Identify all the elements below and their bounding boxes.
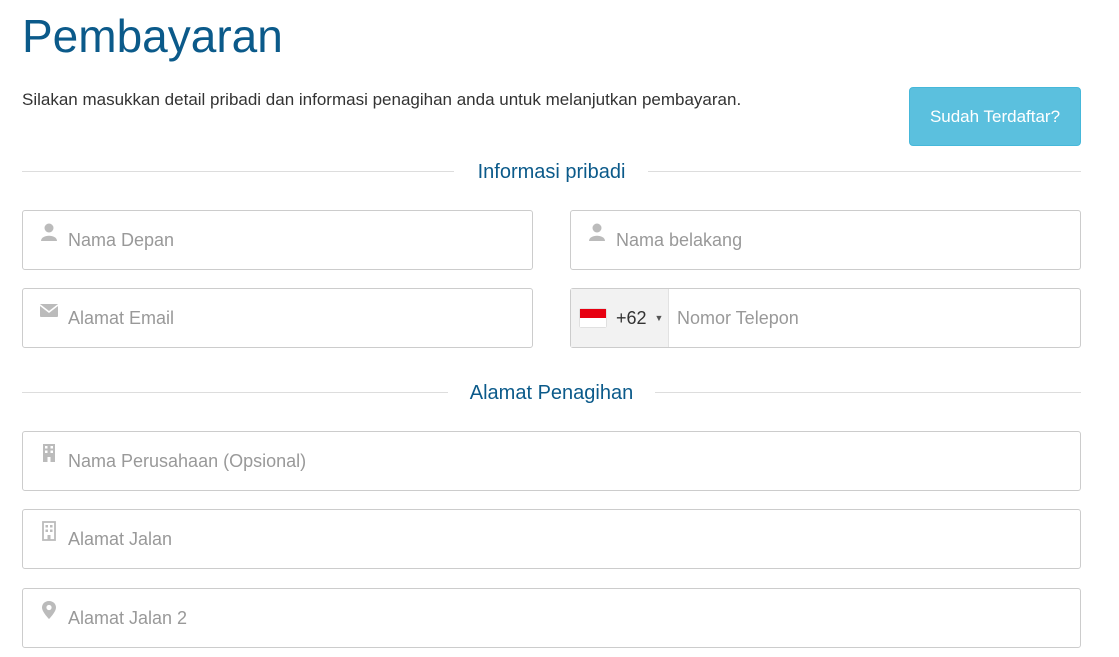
country-code-selector[interactable]: +62 ▼	[571, 289, 669, 347]
first-name-field[interactable]	[22, 210, 533, 270]
first-name-input[interactable]	[68, 211, 522, 269]
phone-input[interactable]	[677, 289, 1070, 347]
street-address-2-field[interactable]	[22, 588, 1081, 648]
email-field[interactable]	[22, 288, 533, 348]
building-icon	[43, 444, 55, 462]
map-marker-icon	[42, 601, 56, 619]
indonesia-flag-icon	[580, 309, 606, 327]
building-icon	[42, 521, 56, 541]
intro-text: Silakan masukkan detail pribadi dan info…	[22, 90, 742, 109]
street-address-2-input[interactable]	[68, 589, 1070, 647]
street-address-input[interactable]	[68, 510, 1070, 568]
user-icon	[589, 223, 605, 241]
envelope-icon	[39, 304, 59, 317]
already-registered-button[interactable]: Sudah Terdaftar?	[909, 87, 1081, 146]
country-code: +62	[616, 307, 647, 328]
page-title: Pembayaran	[22, 10, 283, 62]
company-field[interactable]	[22, 431, 1081, 491]
section-billing-address: Alamat Penagihan	[22, 381, 1081, 405]
section-personal-info: Informasi pribadi	[22, 160, 1081, 184]
last-name-field[interactable]	[570, 210, 1081, 270]
street-address-field[interactable]	[22, 509, 1081, 569]
section-title-personal: Informasi pribadi	[455, 161, 648, 183]
company-input[interactable]	[68, 432, 1070, 490]
phone-field[interactable]: +62 ▼	[570, 288, 1081, 348]
last-name-input[interactable]	[616, 211, 1070, 269]
email-input[interactable]	[68, 289, 522, 347]
caret-down-icon: ▼	[654, 313, 664, 323]
user-icon	[41, 223, 57, 241]
section-title-billing: Alamat Penagihan	[447, 382, 656, 404]
